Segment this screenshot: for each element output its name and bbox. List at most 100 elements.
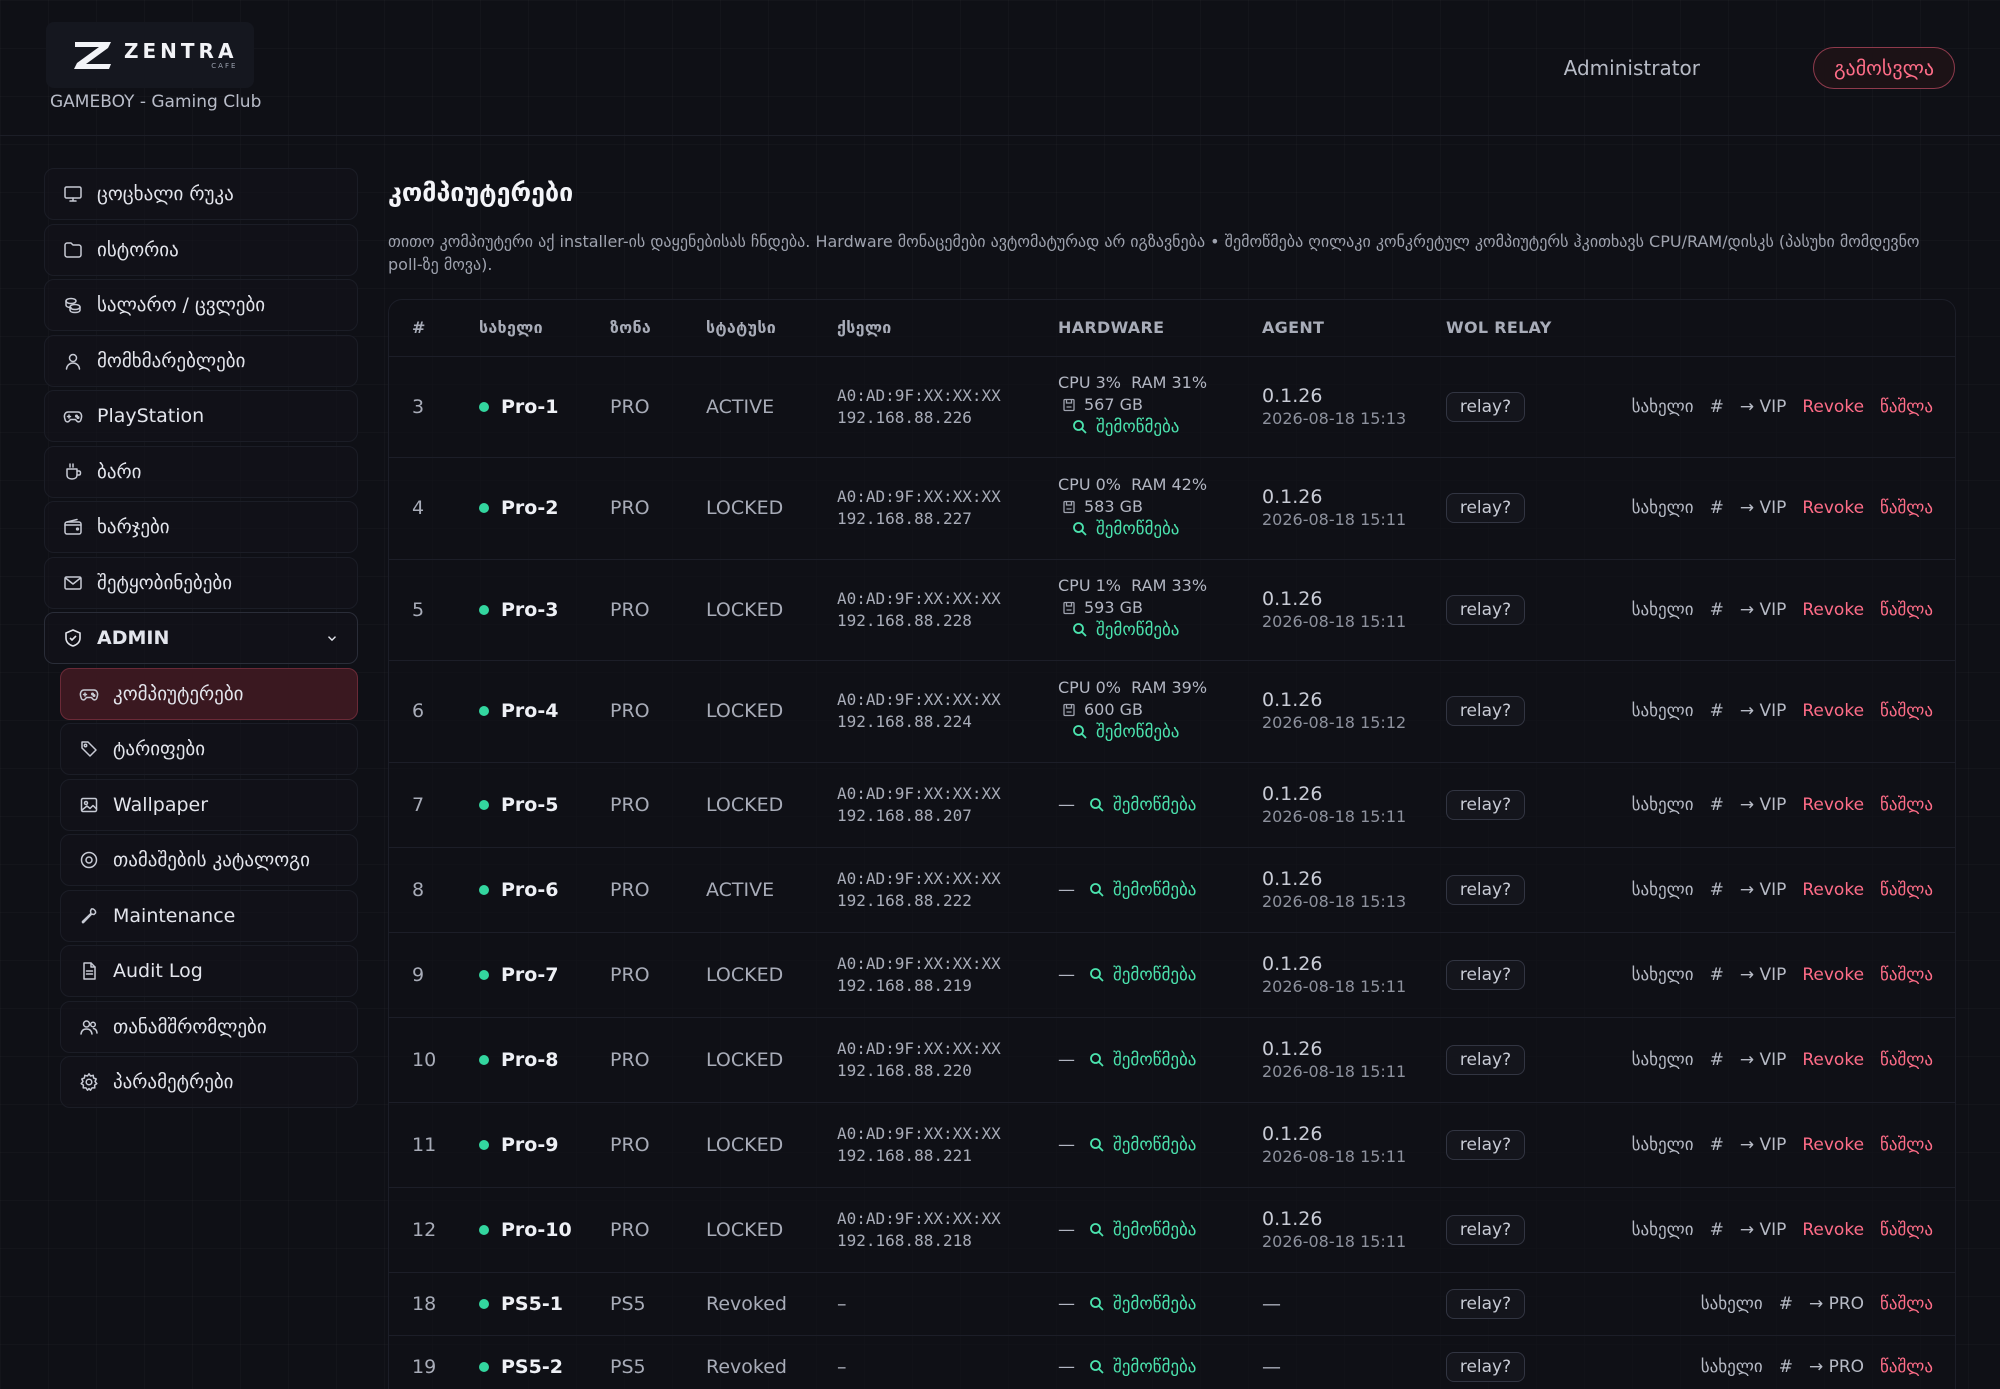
move-zone-button[interactable]: → VIP — [1740, 1135, 1787, 1155]
sidebar-item-main-5[interactable]: ბარი — [44, 445, 358, 498]
rename-button[interactable]: სახელი — [1632, 795, 1694, 815]
rename-button[interactable]: სახელი — [1701, 1294, 1763, 1314]
move-zone-button[interactable]: → VIP — [1740, 795, 1787, 815]
sidebar-item-admin-2[interactable]: Wallpaper — [60, 778, 358, 831]
move-zone-button[interactable]: → PRO — [1809, 1294, 1864, 1314]
sidebar-item-main-7[interactable]: შეტყობინებები — [44, 556, 358, 609]
check-button[interactable]: შემოწმება — [1058, 721, 1179, 743]
check-button[interactable]: შემოწმება — [1089, 1135, 1196, 1155]
check-button[interactable]: შემოწმება — [1058, 518, 1179, 540]
wol-relay-button[interactable]: relay? — [1446, 789, 1525, 820]
delete-button[interactable]: წაშლა — [1880, 397, 1933, 417]
wol-relay-button[interactable]: relay? — [1446, 1044, 1525, 1075]
sidebar-item-admin-0[interactable]: კომპიუტერები — [60, 667, 358, 720]
wol-relay-button[interactable]: relay? — [1446, 874, 1525, 905]
wol-relay-button[interactable]: relay? — [1446, 594, 1525, 625]
rename-button[interactable]: სახელი — [1632, 397, 1694, 417]
move-zone-button[interactable]: → VIP — [1740, 965, 1787, 985]
wol-relay-button[interactable]: relay? — [1446, 1288, 1525, 1319]
rename-button[interactable]: სახელი — [1632, 498, 1694, 518]
delete-button[interactable]: წაშლა — [1880, 1357, 1933, 1377]
check-button[interactable]: შემოწმება — [1058, 619, 1179, 641]
check-button[interactable]: შემოწმება — [1089, 965, 1196, 985]
revoke-button[interactable]: Revoke — [1802, 880, 1864, 900]
renumber-button[interactable]: # — [1710, 498, 1724, 518]
rename-button[interactable]: სახელი — [1632, 701, 1694, 721]
renumber-button[interactable]: # — [1710, 965, 1724, 985]
check-button[interactable]: შემოწმება — [1089, 1294, 1196, 1314]
revoke-button[interactable]: Revoke — [1802, 701, 1864, 721]
sidebar-item-admin-6[interactable]: თანამშრომლები — [60, 1000, 358, 1053]
move-zone-button[interactable]: → VIP — [1740, 1220, 1787, 1240]
wol-relay-button[interactable]: relay? — [1446, 959, 1525, 990]
wol-relay-button[interactable]: relay? — [1446, 696, 1525, 727]
rename-button[interactable]: სახელი — [1632, 965, 1694, 985]
sidebar-item-main-1[interactable]: ისტორია — [44, 223, 358, 276]
rename-button[interactable]: სახელი — [1632, 880, 1694, 900]
sidebar-item-admin-3[interactable]: თამაშების კატალოგი — [60, 834, 358, 886]
revoke-button[interactable]: Revoke — [1802, 1050, 1864, 1070]
renumber-button[interactable]: # — [1710, 701, 1724, 721]
revoke-button[interactable]: Revoke — [1802, 965, 1864, 985]
renumber-button[interactable]: # — [1710, 880, 1724, 900]
check-button[interactable]: შემოწმება — [1089, 880, 1196, 900]
delete-button[interactable]: წაშლა — [1880, 880, 1933, 900]
rename-button[interactable]: სახელი — [1632, 600, 1694, 620]
revoke-button[interactable]: Revoke — [1802, 1220, 1864, 1240]
rename-button[interactable]: სახელი — [1632, 1135, 1694, 1155]
check-button[interactable]: შემოწმება — [1089, 1050, 1196, 1070]
wol-relay-button[interactable]: relay? — [1446, 391, 1525, 422]
revoke-button[interactable]: Revoke — [1802, 795, 1864, 815]
revoke-button[interactable]: Revoke — [1802, 498, 1864, 518]
move-zone-button[interactable]: → VIP — [1740, 1050, 1787, 1070]
sidebar-item-main-6[interactable]: ხარჯები — [44, 501, 358, 553]
renumber-button[interactable]: # — [1710, 397, 1724, 417]
sidebar-item-admin-7[interactable]: პარამეტრები — [60, 1056, 358, 1108]
renumber-button[interactable]: # — [1710, 1220, 1724, 1240]
rename-button[interactable]: სახელი — [1701, 1357, 1763, 1377]
wol-relay-button[interactable]: relay? — [1446, 1352, 1525, 1383]
delete-button[interactable]: წაშლა — [1880, 1294, 1933, 1314]
check-button[interactable]: შემოწმება — [1089, 795, 1196, 815]
check-button[interactable]: შემოწმება — [1058, 416, 1179, 438]
delete-button[interactable]: წაშლა — [1880, 701, 1933, 721]
wol-relay-button[interactable]: relay? — [1446, 493, 1525, 524]
sidebar-item-main-2[interactable]: სალარო / ცვლები — [44, 279, 358, 331]
check-button[interactable]: შემოწმება — [1089, 1357, 1196, 1377]
rename-button[interactable]: სახელი — [1632, 1220, 1694, 1240]
sidebar-item-main-3[interactable]: მომხმარებლები — [44, 334, 358, 387]
move-zone-button[interactable]: → VIP — [1740, 600, 1787, 620]
delete-button[interactable]: წაშლა — [1880, 1050, 1933, 1070]
move-zone-button[interactable]: → VIP — [1740, 880, 1787, 900]
revoke-button[interactable]: Revoke — [1802, 397, 1864, 417]
delete-button[interactable]: წაშლა — [1880, 965, 1933, 985]
move-zone-button[interactable]: → VIP — [1740, 701, 1787, 721]
move-zone-button[interactable]: → VIP — [1740, 498, 1787, 518]
renumber-button[interactable]: # — [1779, 1357, 1793, 1377]
delete-button[interactable]: წაშლა — [1880, 1135, 1933, 1155]
sidebar-item-admin-1[interactable]: ტარიფები — [60, 723, 358, 775]
renumber-button[interactable]: # — [1710, 795, 1724, 815]
delete-button[interactable]: წაშლა — [1880, 498, 1933, 518]
renumber-button[interactable]: # — [1710, 600, 1724, 620]
renumber-button[interactable]: # — [1710, 1135, 1724, 1155]
logout-button[interactable]: გამოსვლა — [1813, 47, 1955, 89]
move-zone-button[interactable]: → PRO — [1809, 1357, 1864, 1377]
revoke-button[interactable]: Revoke — [1802, 1135, 1864, 1155]
sidebar-item-admin-5[interactable]: Audit Log — [60, 945, 358, 997]
delete-button[interactable]: წაშლა — [1880, 1220, 1933, 1240]
wol-relay-button[interactable]: relay? — [1446, 1214, 1525, 1245]
move-zone-button[interactable]: → VIP — [1740, 397, 1787, 417]
wol-relay-button[interactable]: relay? — [1446, 1129, 1525, 1160]
renumber-button[interactable]: # — [1710, 1050, 1724, 1070]
delete-button[interactable]: წაშლა — [1880, 600, 1933, 620]
revoke-button[interactable]: Revoke — [1802, 600, 1864, 620]
check-button[interactable]: შემოწმება — [1089, 1220, 1196, 1240]
rename-button[interactable]: სახელი — [1632, 1050, 1694, 1070]
sidebar-item-admin-4[interactable]: Maintenance — [60, 889, 358, 942]
delete-button[interactable]: წაშლა — [1880, 795, 1933, 815]
admin-section-toggle[interactable]: ADMIN — [44, 612, 358, 664]
sidebar-item-main-0[interactable]: ცოცხალი რუკა — [44, 168, 358, 220]
renumber-button[interactable]: # — [1779, 1294, 1793, 1314]
sidebar-item-main-4[interactable]: PlayStation — [44, 390, 358, 442]
